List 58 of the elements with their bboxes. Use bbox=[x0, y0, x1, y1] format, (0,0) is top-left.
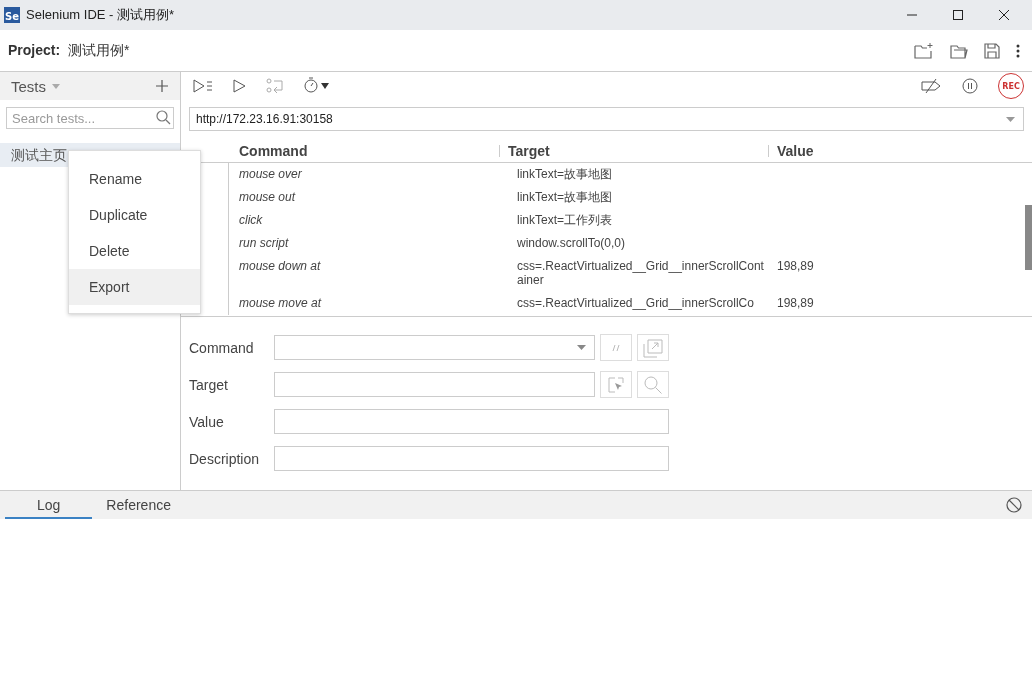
app-logo: Se bbox=[4, 7, 20, 23]
panel-tab[interactable]: Reference bbox=[92, 491, 185, 519]
command-cell-text: mouse over bbox=[238, 167, 303, 181]
caret-icon bbox=[52, 83, 60, 89]
menu-item[interactable]: Rename bbox=[69, 161, 200, 197]
breakpoint-off-icon[interactable] bbox=[920, 78, 942, 94]
text-field[interactable] bbox=[274, 446, 669, 471]
search-icon bbox=[156, 110, 171, 125]
window-title: Selenium IDE - 测试用例* bbox=[26, 6, 175, 24]
close-icon[interactable] bbox=[998, 9, 1010, 21]
search-icon bbox=[643, 374, 663, 395]
more-icon[interactable] bbox=[1016, 43, 1020, 58]
command-cell-text: mouse down at bbox=[238, 259, 322, 275]
field-label: Command bbox=[189, 339, 255, 356]
target-cell-text: linkText=故事地图 bbox=[516, 190, 614, 204]
command-cell-text: click bbox=[238, 213, 264, 227]
timer-icon[interactable] bbox=[304, 76, 330, 93]
command-cell-text: run script bbox=[238, 236, 290, 250]
target-cell-text: window.scrollTo(0,0) bbox=[516, 236, 627, 250]
url-field[interactable]: http://172.23.16.91:30158 bbox=[189, 107, 1024, 131]
target-cell-text: css=.ReactVirtualized__Grid__innerScrollCo bbox=[516, 296, 755, 310]
menu-item[interactable]: Export bbox=[69, 269, 200, 305]
command-cell-text: mouse move at bbox=[238, 296, 323, 310]
pause-icon[interactable] bbox=[962, 78, 978, 94]
maximize-icon[interactable] bbox=[952, 9, 964, 21]
column-header: Target bbox=[499, 145, 768, 157]
save-icon[interactable] bbox=[984, 42, 1000, 59]
search-field[interactable]: Search tests... bbox=[6, 107, 174, 129]
target-field[interactable] bbox=[274, 372, 595, 397]
project-title: Project: 测试用例* bbox=[8, 41, 130, 60]
add-icon[interactable] bbox=[156, 80, 168, 92]
menu-item[interactable]: Duplicate bbox=[69, 197, 200, 233]
value-cell: 198,89 bbox=[777, 259, 814, 273]
target-cell-text: linkText=工作列表 bbox=[516, 213, 614, 227]
field-label: Value bbox=[189, 413, 225, 430]
new-folder-icon[interactable] bbox=[914, 41, 934, 60]
play-icon[interactable] bbox=[233, 79, 246, 93]
target-cell-text: linkText=故事地图 bbox=[516, 167, 614, 181]
text-field[interactable] bbox=[274, 409, 669, 434]
slashes-icon bbox=[611, 342, 621, 353]
menu-item[interactable]: Delete bbox=[69, 233, 200, 269]
column-header: Command bbox=[238, 143, 309, 159]
scrollbar[interactable] bbox=[1025, 205, 1032, 270]
field-label: Target bbox=[189, 376, 229, 393]
target-cell-text: css=.ReactVirtualized__Grid__innerScrollContainer bbox=[516, 259, 765, 287]
open-window-icon bbox=[643, 337, 663, 358]
clear-icon[interactable] bbox=[1006, 497, 1022, 513]
caret-icon bbox=[1006, 116, 1015, 122]
cursor-icon bbox=[607, 375, 625, 394]
command-cell-text: mouse out bbox=[238, 190, 297, 204]
caret-icon bbox=[577, 345, 586, 350]
run-all-icon[interactable] bbox=[193, 79, 213, 93]
tests-dropdown[interactable]: Tests bbox=[11, 77, 60, 95]
panel-tab[interactable]: Log bbox=[5, 491, 93, 519]
column-header: Value bbox=[768, 145, 1032, 157]
field-label: Description bbox=[189, 450, 261, 467]
step-icon[interactable] bbox=[266, 78, 284, 94]
value-cell: 198,89 bbox=[777, 296, 814, 310]
